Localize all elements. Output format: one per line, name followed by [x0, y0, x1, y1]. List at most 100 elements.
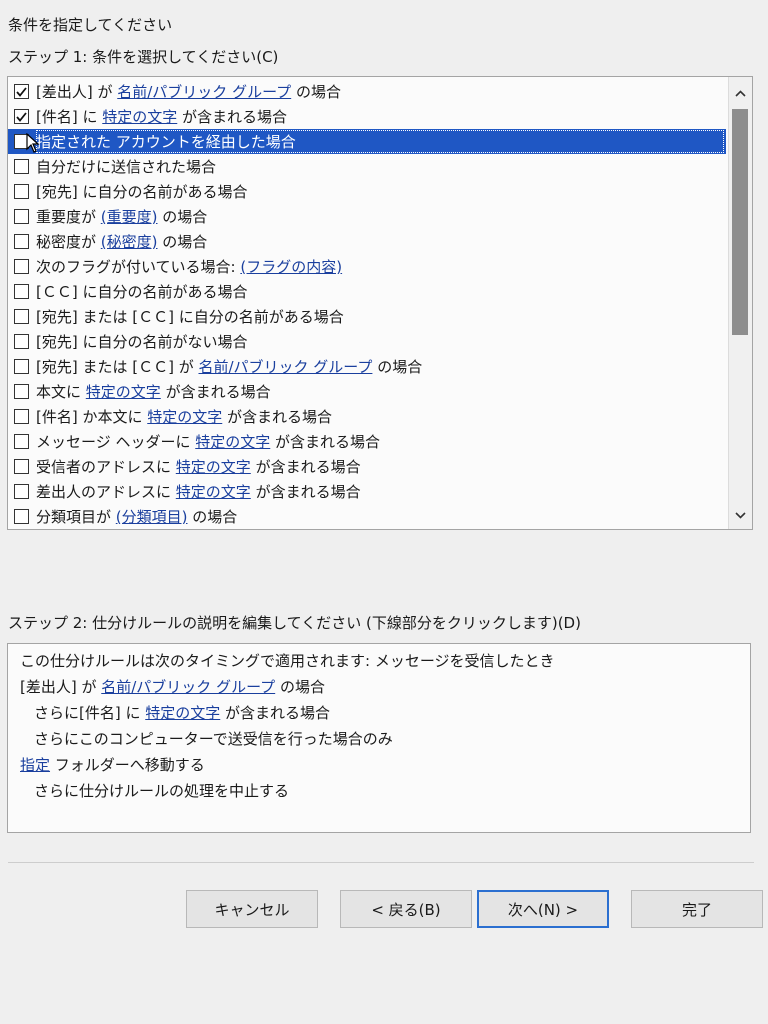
condition-item[interactable]: [ＣＣ] に自分の名前がある場合 [8, 279, 726, 304]
condition-label: メッセージ ヘッダーに 特定の文字 が含まれる場合 [36, 431, 380, 452]
text-segment: の場合 [157, 208, 208, 226]
checkbox-checked-icon[interactable] [14, 84, 29, 99]
text-segment: 次のフラグが付いている場合: [36, 258, 241, 276]
text-segment: が含まれる場合 [160, 383, 271, 401]
condition-label: [件名] か本文に 特定の文字 が含まれる場合 [36, 406, 332, 427]
condition-item[interactable]: 自分だけに送信された場合 [8, 154, 726, 179]
scroll-thumb[interactable] [732, 109, 748, 335]
description-line: 指定 フォルダーへ移動する [20, 752, 738, 778]
checkbox-unchecked-icon[interactable] [14, 459, 29, 474]
scroll-up-icon[interactable] [729, 83, 752, 103]
text-segment: が含まれる場合 [177, 108, 288, 126]
text-segment: 指定された アカウントを経由した場合 [36, 133, 296, 151]
condition-item[interactable]: [宛先] に自分の名前がない場合 [8, 329, 726, 354]
condition-value-link[interactable]: 特定の文字 [145, 704, 220, 722]
text-segment: 受信者のアドレスに [36, 458, 176, 476]
condition-label: [宛先] または [ＣＣ] が 名前/パブリック グループ の場合 [36, 356, 422, 377]
step1-label: ステップ 1: 条件を選択してください(C) [8, 48, 279, 66]
condition-item[interactable]: 分類項目が (分類項目) の場合 [8, 504, 726, 529]
description-line: この仕分けルールは次のタイミングで適用されます: メッセージを受信したとき [20, 648, 738, 674]
condition-value-link[interactable]: 特定の文字 [102, 108, 177, 126]
checkbox-unchecked-icon[interactable] [14, 234, 29, 249]
condition-value-link[interactable]: 特定の文字 [195, 433, 270, 451]
condition-item[interactable]: 本文に 特定の文字 が含まれる場合 [8, 379, 726, 404]
next-button[interactable]: 次へ(N) > [477, 890, 609, 928]
condition-item[interactable]: [宛先] に自分の名前がある場合 [8, 179, 726, 204]
condition-list-scrollbar[interactable] [728, 77, 752, 529]
checkbox-unchecked-icon[interactable] [14, 359, 29, 374]
condition-list[interactable]: [差出人] が 名前/パブリック グループ の場合 [件名] に 特定の文字 が含… [7, 76, 753, 530]
condition-value-link[interactable]: 特定の文字 [176, 483, 251, 501]
checkbox-unchecked-icon[interactable] [14, 284, 29, 299]
checkbox-unchecked-icon[interactable] [14, 434, 29, 449]
condition-item[interactable]: 差出人のアドレスに 特定の文字 が含まれる場合 [8, 479, 726, 504]
condition-item[interactable]: [件名] に 特定の文字 が含まれる場合 [8, 104, 726, 129]
condition-label: 重要度が (重要度) の場合 [36, 206, 207, 227]
checkbox-unchecked-icon[interactable] [14, 309, 29, 324]
condition-value-link[interactable]: (分類項目) [116, 508, 188, 526]
text-segment: [ＣＣ] に自分の名前がある場合 [36, 283, 248, 301]
condition-item[interactable]: 次のフラグが付いている場合: (フラグの内容) [8, 254, 726, 279]
text-segment: が含まれる場合 [270, 433, 381, 451]
condition-value-link[interactable]: 名前/パブリック グループ [101, 678, 275, 696]
condition-value-link[interactable]: (秘密度) [101, 233, 158, 251]
condition-item[interactable]: メッセージ ヘッダーに 特定の文字 が含まれる場合 [8, 429, 726, 454]
checkbox-checked-icon[interactable] [14, 109, 29, 124]
text-segment: が含まれる場合 [222, 408, 333, 426]
text-segment: 重要度が [36, 208, 101, 226]
condition-item[interactable]: [宛先] または [ＣＣ] に自分の名前がある場合 [8, 304, 726, 329]
checkbox-unchecked-icon[interactable] [14, 259, 29, 274]
checkbox-unchecked-icon[interactable] [14, 509, 29, 524]
checkbox-unchecked-icon[interactable] [14, 409, 29, 424]
checkbox-unchecked-icon[interactable] [14, 484, 29, 499]
condition-item[interactable]: 受信者のアドレスに 特定の文字 が含まれる場合 [8, 454, 726, 479]
text-segment: 自分だけに送信された場合 [36, 158, 217, 176]
checkbox-unchecked-icon[interactable] [14, 209, 29, 224]
checkbox-unchecked-icon[interactable] [14, 184, 29, 199]
text-segment: 秘密度が [36, 233, 101, 251]
condition-label: 自分だけに送信された場合 [36, 156, 216, 177]
text-segment: [宛先] または [ＣＣ] が [36, 358, 199, 376]
condition-item[interactable]: [宛先] または [ＣＣ] が 名前/パブリック グループ の場合 [8, 354, 726, 379]
scroll-down-icon[interactable] [729, 505, 752, 525]
condition-label: 次のフラグが付いている場合: (フラグの内容) [36, 256, 342, 277]
condition-label: [宛先] に自分の名前がない場合 [36, 331, 247, 352]
finish-button[interactable]: 完了 [631, 890, 763, 928]
back-button[interactable]: < 戻る(B) [340, 890, 472, 928]
rule-description: この仕分けルールは次のタイミングで適用されます: メッセージを受信したとき [差出… [7, 643, 751, 833]
text-segment: メッセージ ヘッダーに [36, 433, 196, 451]
condition-value-link[interactable]: (重要度) [101, 208, 158, 226]
text-segment: [差出人] が [36, 83, 118, 101]
text-segment: の場合 [157, 233, 208, 251]
condition-value-link[interactable]: 特定の文字 [86, 383, 161, 401]
checkbox-unchecked-icon[interactable] [14, 384, 29, 399]
condition-label: [件名] に 特定の文字 が含まれる場合 [36, 106, 287, 127]
checkbox-unchecked-icon[interactable] [14, 334, 29, 349]
condition-item[interactable]: 重要度が (重要度) の場合 [8, 204, 726, 229]
condition-value-link[interactable]: 特定の文字 [147, 408, 222, 426]
condition-label: [宛先] または [ＣＣ] に自分の名前がある場合 [36, 306, 344, 327]
text-segment: 分類項目が [36, 508, 116, 526]
condition-item[interactable]: 指定された アカウントを経由した場合 [8, 129, 726, 154]
checkbox-unchecked-icon[interactable] [14, 159, 29, 174]
separator [8, 862, 754, 863]
condition-value-link[interactable]: 名前/パブリック グループ [117, 83, 291, 101]
condition-item[interactable]: [差出人] が 名前/パブリック グループ の場合 [8, 79, 726, 104]
description-line: さらにこのコンピューターで送受信を行った場合のみ [20, 726, 738, 752]
text-segment: の場合 [275, 678, 325, 696]
text-segment: さらに仕分けルールの処理を中止する [34, 782, 290, 800]
condition-item[interactable]: 秘密度が (秘密度) の場合 [8, 229, 726, 254]
condition-label: 秘密度が (秘密度) の場合 [36, 231, 207, 252]
description-line: [差出人] が 名前/パブリック グループ の場合 [20, 674, 738, 700]
condition-items: [差出人] が 名前/パブリック グループ の場合 [件名] に 特定の文字 が含… [8, 79, 726, 529]
text-segment: フォルダーへ移動する [50, 756, 205, 774]
condition-value-link[interactable]: (フラグの内容) [240, 258, 342, 276]
condition-label: 本文に 特定の文字 が含まれる場合 [36, 381, 271, 402]
text-segment: [件名] か本文に [36, 408, 148, 426]
cancel-button[interactable]: キャンセル [186, 890, 318, 928]
condition-item[interactable]: [件名] か本文に 特定の文字 が含まれる場合 [8, 404, 726, 429]
condition-value-link[interactable]: 名前/パブリック グループ [198, 358, 372, 376]
condition-value-link[interactable]: 指定 [20, 756, 50, 774]
condition-value-link[interactable]: 特定の文字 [176, 458, 251, 476]
text-segment: さらにこのコンピューターで送受信を行った場合のみ [34, 730, 393, 748]
